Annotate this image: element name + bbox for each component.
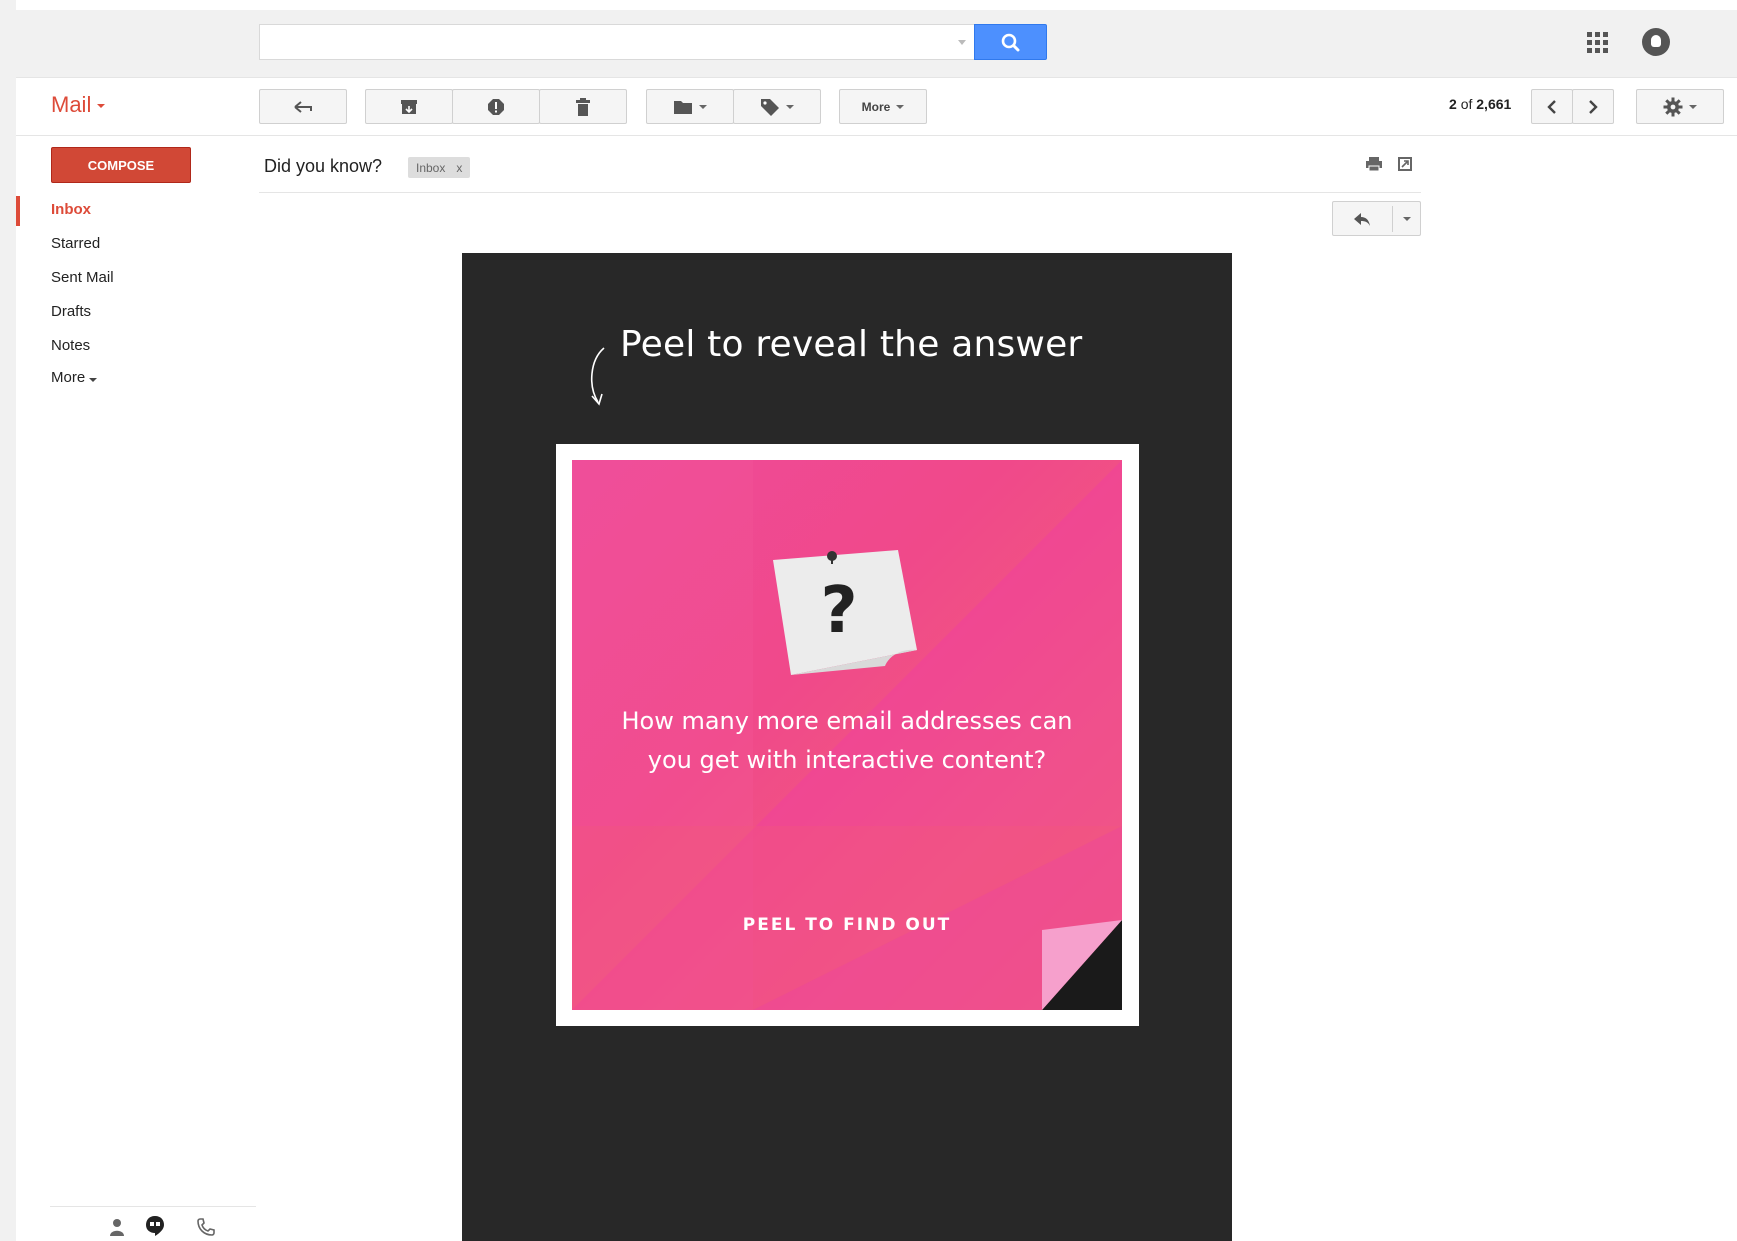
back-arrow-icon <box>294 100 312 113</box>
curved-arrow-icon <box>591 347 605 406</box>
peel-card-frame: ? How many more email addresses can you g… <box>556 444 1139 1026</box>
new-window-icon[interactable] <box>1397 156 1413 172</box>
search-input[interactable] <box>259 24 975 60</box>
sidebar-item-starred[interactable]: Starred <box>51 235 100 252</box>
label-tag-icon <box>761 98 779 116</box>
peel-card[interactable]: ? How many more email addresses can you g… <box>572 460 1122 1010</box>
sidebar: COMPOSE Inbox Starred Sent Mail Drafts N… <box>16 136 256 1241</box>
newer-button[interactable] <box>1531 89 1573 124</box>
reply-icon <box>1354 213 1370 226</box>
chevron-down-icon <box>97 104 106 109</box>
more-actions-label: More <box>861 99 891 114</box>
question-line-2: you get with interactive content? <box>647 746 1047 774</box>
move-to-button[interactable] <box>646 89 734 124</box>
peel-to-find-out-label: PEEL TO FIND OUT <box>742 915 952 935</box>
header-divider <box>259 192 1421 193</box>
sidebar-item-notes[interactable]: Notes <box>51 337 90 354</box>
toolbar: Mail More 2 of 2,661 <box>16 78 1737 136</box>
chevron-down-icon <box>1689 104 1697 109</box>
email-body-image: Peel to reveal the answer ? How many mor… <box>462 253 1232 1241</box>
labels-button[interactable] <box>733 89 821 124</box>
reply-divider <box>1392 206 1393 232</box>
chevron-down-icon <box>699 104 707 109</box>
remove-label-button[interactable]: x <box>456 161 462 175</box>
mail-label: Mail <box>51 92 92 117</box>
search-icon <box>1001 33 1020 52</box>
chevron-right-icon <box>1589 99 1598 114</box>
gmail-window: Mail More 2 of 2,661 COMPOSE Inbox Starr… <box>0 0 1737 1241</box>
email-headline: Peel to reveal the answer <box>620 324 1083 365</box>
contacts-icon[interactable] <box>108 1217 126 1237</box>
back-button[interactable] <box>259 89 347 124</box>
archive-icon <box>401 99 417 114</box>
archive-button[interactable] <box>365 89 453 124</box>
sticky-note-question-icon: ? <box>773 550 917 675</box>
gear-icon <box>1663 97 1683 116</box>
chat-footer <box>50 1206 256 1241</box>
pagination-of: of <box>1460 96 1473 112</box>
email-question: How many more email addresses can you get… <box>572 702 1122 780</box>
phone-icon[interactable] <box>196 1217 216 1237</box>
delete-button[interactable] <box>539 89 627 124</box>
spam-icon <box>488 98 504 115</box>
hangouts-icon[interactable] <box>144 1215 166 1237</box>
chevron-left-icon <box>1547 99 1556 114</box>
chevron-down-icon <box>786 104 794 109</box>
sidebar-more-label: More <box>51 369 86 386</box>
notifications-icon[interactable] <box>1642 28 1670 56</box>
message-subject: Did you know? <box>264 156 383 176</box>
mail-switcher[interactable]: Mail <box>51 92 106 118</box>
more-actions-button[interactable]: More <box>839 89 927 124</box>
apps-grid-icon[interactable] <box>1585 30 1609 54</box>
top-bar <box>16 10 1737 78</box>
active-folder-indicator <box>16 196 20 226</box>
settings-button[interactable] <box>1636 89 1724 124</box>
sidebar-item-sent-mail[interactable]: Sent Mail <box>51 269 114 286</box>
sidebar-item-drafts[interactable]: Drafts <box>51 303 91 320</box>
svg-text:?: ? <box>820 574 857 648</box>
reply-button[interactable] <box>1332 201 1421 236</box>
sidebar-item-inbox[interactable]: Inbox <box>51 201 91 218</box>
pagination-total: 2,661 <box>1476 96 1512 112</box>
message-view: Did you know? Inbox x Peel to reveal the … <box>243 136 1737 1241</box>
label-chip-text: Inbox <box>416 160 446 175</box>
report-spam-button[interactable] <box>452 89 540 124</box>
sidebar-item-more[interactable]: More <box>51 369 98 386</box>
chevron-down-icon <box>89 378 98 382</box>
left-edge <box>0 0 16 1241</box>
search-options-dropdown[interactable] <box>958 40 966 45</box>
print-icon[interactable] <box>1365 156 1383 172</box>
inbox-label-chip[interactable]: Inbox x <box>408 157 471 178</box>
trash-icon <box>576 97 590 116</box>
search-button[interactable] <box>974 24 1047 60</box>
chevron-down-icon <box>896 104 905 109</box>
folder-icon <box>674 100 692 114</box>
compose-button[interactable]: COMPOSE <box>51 147 191 183</box>
pagination-position: 2 <box>1449 96 1457 112</box>
reply-more-dropdown[interactable] <box>1403 217 1411 221</box>
message-header-icons <box>1365 156 1413 172</box>
pagination-count: 2 of 2,661 <box>1449 96 1511 112</box>
older-button[interactable] <box>1572 89 1614 124</box>
question-line-1: How many more email addresses can <box>621 707 1073 735</box>
